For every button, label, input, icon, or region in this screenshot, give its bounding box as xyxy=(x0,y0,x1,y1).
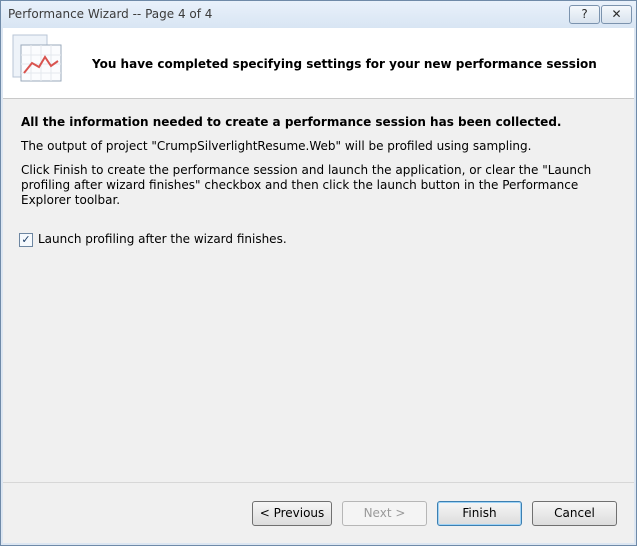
title-bar[interactable]: Performance Wizard -- Page 4 of 4 ? ✕ xyxy=(1,1,636,28)
finish-instructions: Click Finish to create the performance s… xyxy=(21,163,592,207)
summary-heading: All the information needed to create a p… xyxy=(21,115,562,129)
help-button[interactable]: ? xyxy=(569,5,600,24)
launch-profiling-label[interactable]: Launch profiling after the wizard finish… xyxy=(38,232,287,246)
wizard-header: You have completed specifying settings f… xyxy=(3,28,634,99)
wizard-window: Performance Wizard -- Page 4 of 4 ? ✕ Yo… xyxy=(0,0,637,546)
cancel-button[interactable]: Cancel xyxy=(532,501,617,526)
output-description: The output of project "CrumpSilverlightR… xyxy=(21,139,532,153)
launch-profiling-checkbox[interactable]: ✓ xyxy=(19,233,33,247)
next-button[interactable]: Next > xyxy=(342,501,427,526)
wizard-client-area: You have completed specifying settings f… xyxy=(3,28,634,543)
footer-divider xyxy=(3,482,634,483)
header-text: You have completed specifying settings f… xyxy=(92,57,597,71)
window-title: Performance Wizard -- Page 4 of 4 xyxy=(8,7,213,21)
performance-chart-icon xyxy=(12,34,62,82)
close-button[interactable]: ✕ xyxy=(601,5,632,24)
finish-button[interactable]: Finish xyxy=(437,501,522,526)
previous-button[interactable]: < Previous xyxy=(252,501,332,526)
